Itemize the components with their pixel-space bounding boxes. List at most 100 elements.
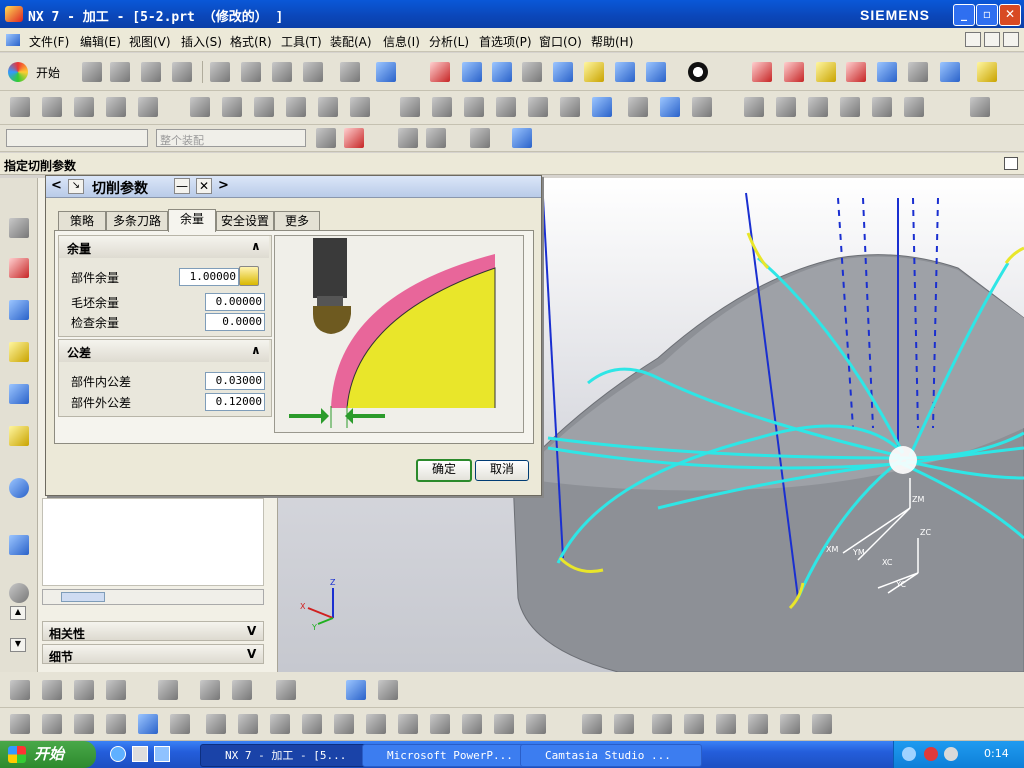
select-face-icon[interactable] [398, 128, 418, 148]
curve-tool-icon[interactable] [10, 680, 30, 700]
chevron-up-icon[interactable]: ∧ [251, 343, 261, 357]
feature-icon-4[interactable] [106, 714, 126, 734]
cue-fullscreen-icon[interactable] [1004, 157, 1018, 170]
feature-icon-14[interactable] [430, 714, 450, 734]
doc-minimize-button[interactable] [965, 32, 981, 47]
chevron-up-icon[interactable]: ∧ [251, 239, 261, 253]
section-dependencies[interactable]: 相关性 V [42, 621, 264, 641]
reuse-library-icon[interactable] [9, 384, 29, 404]
create-operation-icon[interactable] [138, 97, 158, 117]
tray-icon-1[interactable] [902, 747, 916, 761]
roles-icon[interactable] [9, 426, 29, 446]
menu-assembly[interactable]: 装配(A) [330, 33, 372, 50]
feature-icon-25[interactable] [812, 714, 832, 734]
feature-icon-12[interactable] [366, 714, 386, 734]
feature-icon-22[interactable] [716, 714, 736, 734]
navigator-list[interactable] [42, 498, 264, 586]
menu-format[interactable]: 格式(R) [230, 33, 272, 50]
feature-icon-21[interactable] [684, 714, 704, 734]
paste-icon[interactable] [272, 62, 292, 82]
task-powerpoint[interactable]: Microsoft PowerP... [362, 744, 542, 767]
perspective-icon[interactable] [615, 62, 635, 82]
tool-cut-icon[interactable] [222, 97, 242, 117]
feature-icon-15[interactable] [462, 714, 482, 734]
assembly-scope-select[interactable]: 整个装配 [156, 129, 306, 147]
zoom-icon[interactable] [522, 62, 542, 82]
back-arrow-icon[interactable]: < [51, 178, 62, 193]
create-program-icon[interactable] [10, 97, 30, 117]
snap-icon[interactable] [316, 128, 336, 148]
tab-stock[interactable]: 余量 [168, 209, 216, 232]
offset-curve-icon[interactable] [42, 680, 62, 700]
shaded-view-icon[interactable] [646, 62, 666, 82]
feature-icon-5[interactable] [138, 714, 158, 734]
history-icon[interactable] [9, 478, 29, 498]
windows-start-button[interactable]: 开始 [0, 741, 96, 768]
menu-file[interactable]: 文件(F) [29, 33, 69, 50]
resource-scroll-up[interactable]: ▲ [10, 606, 26, 620]
bridge-curve-icon[interactable] [74, 680, 94, 700]
feature-icon-13[interactable] [398, 714, 418, 734]
outtol-input[interactable]: 0.12000 [205, 393, 265, 411]
block-icon[interactable] [970, 97, 990, 117]
output-cls-icon[interactable] [660, 97, 680, 117]
tab-multiple-passes[interactable]: 多条刀路 [106, 211, 168, 231]
navigator-hscroll[interactable] [42, 589, 264, 605]
rotate-icon[interactable] [553, 62, 573, 82]
menu-view[interactable]: 视图(V) [129, 33, 171, 50]
forward-arrow-icon[interactable]: > [218, 178, 229, 193]
transform-icon[interactable] [744, 97, 764, 117]
path-replay-icon[interactable] [400, 97, 420, 117]
zoom-window-icon[interactable] [462, 62, 482, 82]
machine-navigator-icon[interactable] [9, 342, 29, 362]
feature-icon-17[interactable] [526, 714, 546, 734]
task-camtasia[interactable]: Camtasia Studio ... [520, 744, 702, 767]
feature-icon-10[interactable] [302, 714, 322, 734]
menu-window[interactable]: 窗口(O) [539, 33, 582, 50]
tool-edit-icon[interactable] [190, 97, 210, 117]
path-lock-icon[interactable] [528, 97, 548, 117]
tool-delete-icon[interactable] [318, 97, 338, 117]
ie-quicklaunch-icon[interactable] [110, 746, 126, 762]
fit-icon[interactable] [430, 62, 450, 82]
dialog-close-icon[interactable]: ✕ [196, 178, 212, 194]
create-tool-icon[interactable] [42, 97, 62, 117]
tab-clearances[interactable]: 安全设置 [216, 211, 274, 231]
tool-rename-icon[interactable] [350, 97, 370, 117]
close-button[interactable]: ✕ [999, 4, 1021, 26]
operation-icon[interactable] [816, 62, 836, 82]
system-materials-icon[interactable] [9, 583, 29, 603]
dialog-title-bar[interactable]: < ↘ 切削参数 — ✕ > [46, 176, 541, 198]
circle-icon[interactable] [872, 97, 892, 117]
feature-icon-19[interactable] [614, 714, 634, 734]
blank-stock-input[interactable]: 0.00000 [205, 293, 265, 311]
tray-icon-2[interactable] [924, 747, 938, 761]
undo-icon[interactable] [340, 62, 360, 82]
start-button[interactable]: 开始 [6, 60, 76, 84]
feature-icon-8[interactable] [238, 714, 258, 734]
create-method-icon[interactable] [106, 97, 126, 117]
point-icon[interactable] [840, 97, 860, 117]
feedrate-icon[interactable] [692, 97, 712, 117]
datum-plane-icon[interactable] [276, 680, 296, 700]
feature-icon-11[interactable] [334, 714, 354, 734]
menu-analysis[interactable]: 分析(L) [429, 33, 469, 50]
object-display-icon[interactable] [776, 97, 796, 117]
path-list-icon[interactable] [432, 97, 452, 117]
feature-icon-3[interactable] [74, 714, 94, 734]
zoom-frame-icon[interactable] [492, 62, 512, 82]
tab-more[interactable]: 更多 [274, 211, 320, 231]
path-edit-icon[interactable] [464, 97, 484, 117]
create-geometry-icon[interactable] [74, 97, 94, 117]
filter-icon[interactable] [344, 128, 364, 148]
selection-icon[interactable] [376, 62, 396, 82]
menu-preferences[interactable]: 首选项(P) [479, 33, 532, 50]
path-delete-icon[interactable] [496, 97, 516, 117]
wcs-icon[interactable] [752, 62, 772, 82]
operation-navigator-icon[interactable] [9, 300, 29, 320]
feature-icon-2[interactable] [42, 714, 62, 734]
copy-icon[interactable] [241, 62, 261, 82]
assembly-icon[interactable] [346, 680, 366, 700]
sketch-icon[interactable] [158, 680, 178, 700]
tab-strategy[interactable]: 策略 [58, 211, 106, 231]
